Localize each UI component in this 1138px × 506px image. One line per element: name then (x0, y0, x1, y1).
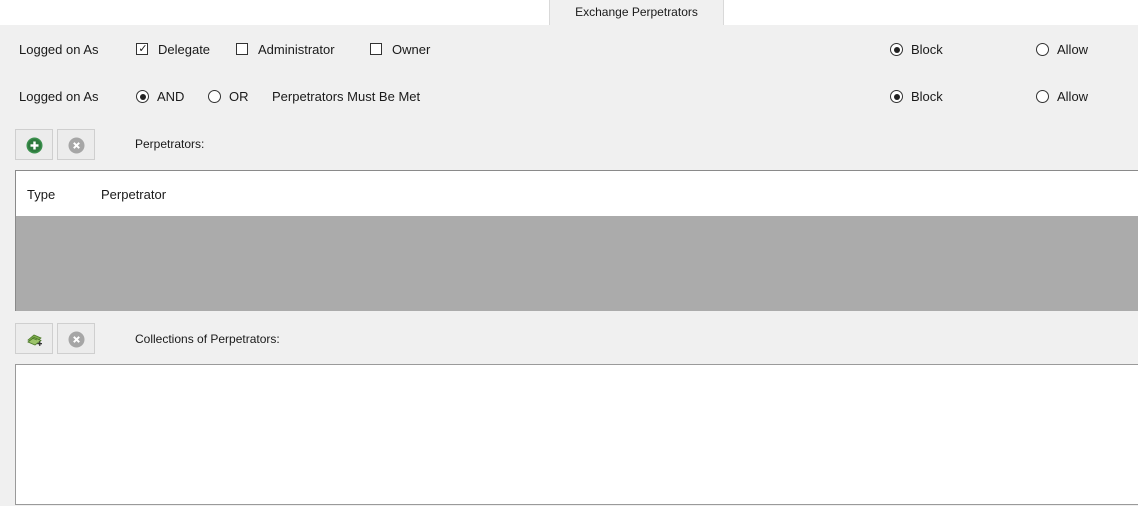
or-radio[interactable] (208, 90, 221, 103)
column-header-type[interactable]: Type (27, 187, 55, 202)
row1-block-label: Block (911, 42, 943, 57)
collections-list[interactable] (15, 364, 1138, 505)
row1-block-radio[interactable] (890, 43, 903, 56)
tab-strip: Exchange Perpetrators (0, 0, 1138, 25)
row2-block-label: Block (911, 89, 943, 104)
perpetrators-label: Perpetrators: (135, 137, 205, 151)
perpetrators-must-be-met-label: Perpetrators Must Be Met (272, 89, 421, 104)
logged-on-as-label: Logged on As (19, 42, 99, 57)
add-perpetrator-button[interactable] (15, 129, 53, 160)
row2-allow-radio[interactable] (1036, 90, 1049, 103)
row1-allow-radio[interactable] (1036, 43, 1049, 56)
add-collection-icon (27, 334, 42, 346)
collections-label: Collections of Perpetrators: (135, 332, 280, 346)
administrator-checkbox[interactable] (236, 43, 248, 55)
delegate-checkbox[interactable]: ✓ (136, 43, 148, 55)
radio-selected-dot (893, 46, 900, 53)
administrator-label: Administrator (258, 42, 335, 57)
owner-checkbox[interactable] (370, 43, 382, 55)
perpetrators-grid[interactable]: Type Perpetrator (15, 170, 1138, 311)
tab-exchange-perpetrators[interactable]: Exchange Perpetrators (549, 0, 724, 25)
add-collection-button[interactable] (15, 323, 53, 354)
remove-collection-button[interactable] (57, 323, 95, 354)
remove-perpetrator-button[interactable] (57, 129, 95, 160)
grid-header: Type Perpetrator (16, 171, 1138, 216)
checkmark-icon: ✓ (138, 43, 148, 55)
and-radio[interactable] (136, 90, 149, 103)
owner-label: Owner (392, 42, 431, 57)
add-circle-icon (26, 137, 43, 154)
logged-on-as-label-2: Logged on As (19, 89, 99, 104)
remove-circle-icon (68, 137, 85, 154)
or-label: OR (229, 89, 249, 104)
row1-allow-label: Allow (1057, 42, 1089, 57)
row2-block-radio[interactable] (890, 90, 903, 103)
remove-circle-icon (68, 331, 85, 348)
radio-selected-dot (893, 93, 900, 100)
delegate-label: Delegate (158, 42, 211, 57)
radio-selected-dot (139, 93, 146, 100)
and-label: AND (157, 89, 185, 104)
column-header-perpetrator[interactable]: Perpetrator (101, 187, 166, 202)
row2-allow-label: Allow (1057, 89, 1089, 104)
grid-empty-area (16, 216, 1138, 311)
